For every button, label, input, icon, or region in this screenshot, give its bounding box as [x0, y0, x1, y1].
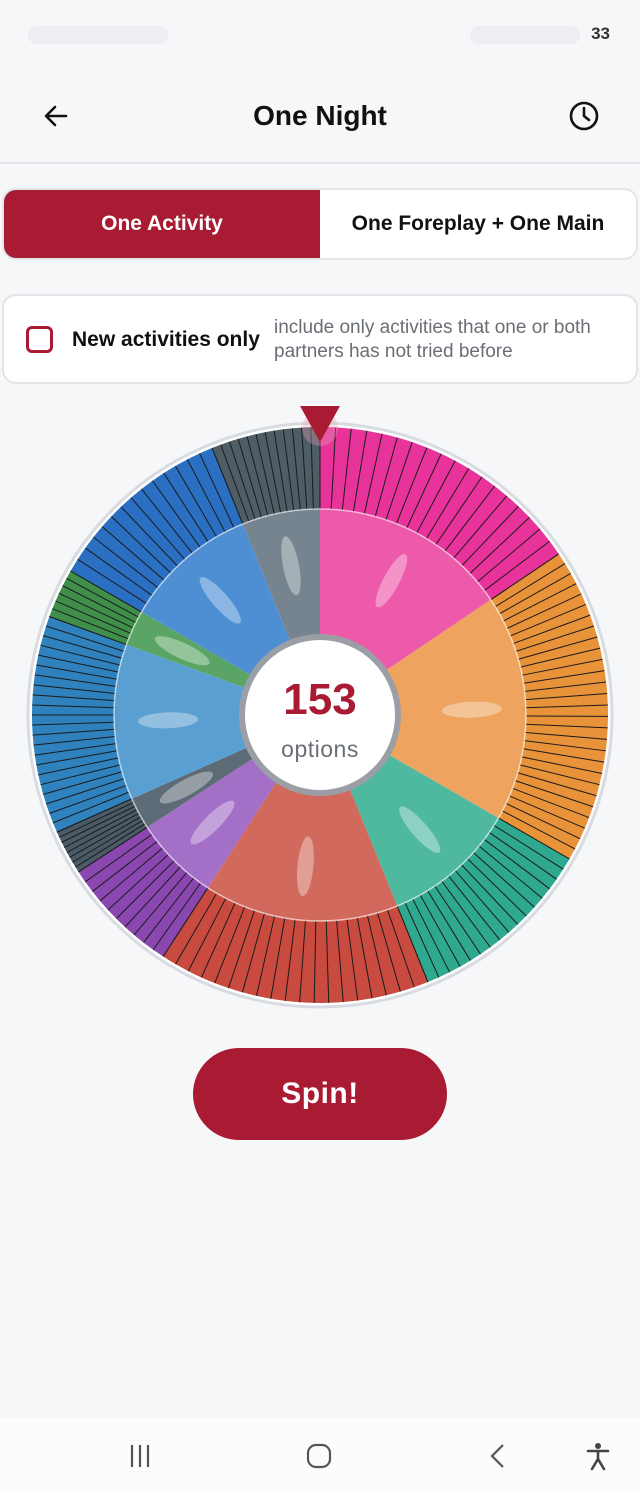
clock-icon: [569, 101, 599, 131]
system-back-button[interactable]: [478, 1438, 518, 1474]
status-time-blurred: [28, 26, 168, 44]
recent-apps-icon: [130, 1445, 150, 1467]
app-bar: One Night: [0, 70, 640, 164]
tab-foreplay-main[interactable]: One Foreplay + One Main: [320, 190, 636, 258]
spin-button[interactable]: Spin!: [193, 1048, 447, 1140]
new-activities-checkbox[interactable]: [26, 326, 53, 353]
new-activities-filter: New activities only include only activit…: [2, 294, 638, 384]
filter-description: include only activities that one or both…: [274, 317, 591, 362]
back-icon: [490, 1444, 504, 1468]
history-button[interactable]: [564, 96, 604, 136]
accessibility-button[interactable]: [578, 1438, 618, 1474]
page-title: One Night: [253, 100, 387, 131]
home-icon: [306, 1443, 332, 1469]
status-bar: 33: [0, 0, 640, 70]
tab-one-activity[interactable]: One Activity: [4, 190, 320, 258]
status-icons-blurred: [470, 26, 580, 44]
options-count: 153: [283, 675, 357, 724]
spin-wheel[interactable]: 153 options: [0, 400, 640, 1020]
home-button[interactable]: [299, 1438, 339, 1474]
recent-apps-button[interactable]: [120, 1438, 160, 1474]
mode-selector: One Activity One Foreplay + One Main: [2, 188, 638, 260]
filter-label[interactable]: New activities only: [72, 328, 260, 352]
battery-level: 33: [591, 24, 610, 43]
accessibility-icon: [586, 1443, 610, 1471]
system-nav-bar: [0, 1418, 640, 1493]
options-label: options: [281, 736, 359, 762]
